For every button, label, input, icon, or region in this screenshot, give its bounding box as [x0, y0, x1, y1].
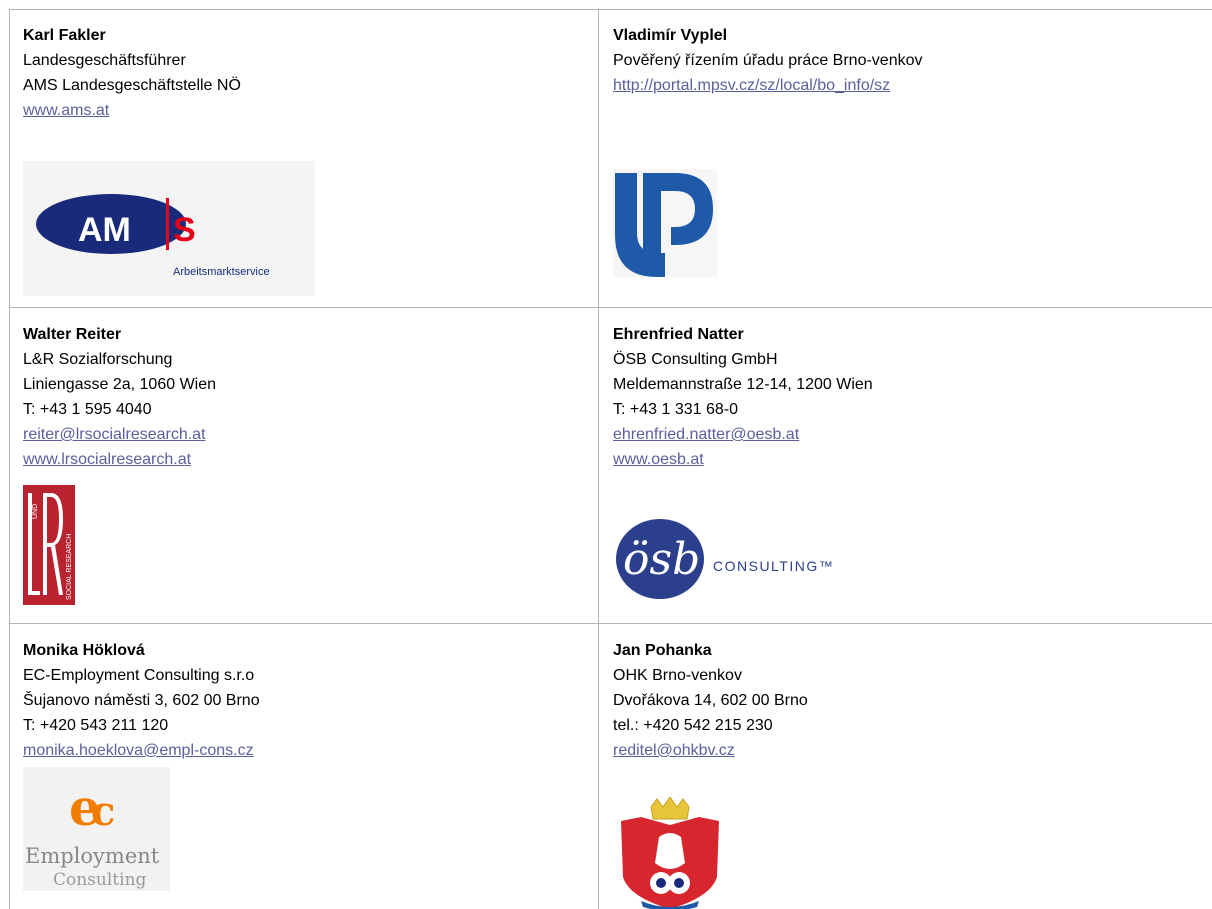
table-row-divider-2 — [9, 623, 1212, 624]
table-border-left — [9, 9, 10, 909]
up-logo — [613, 169, 717, 277]
website-link[interactable]: http://portal.mpsv.cz/sz/local/bo_info/s… — [613, 74, 890, 98]
contact-cell-monika-hoklova: Monika Höklová EC-Employment Consulting … — [23, 639, 593, 909]
website-link[interactable]: www.ams.at — [23, 99, 109, 123]
svg-text:Employment: Employment — [25, 844, 160, 868]
contact-organization: AMS Landesgeschäftstelle NÖ — [23, 77, 241, 94]
svg-text:UND: UND — [32, 504, 39, 519]
table-row-divider-1 — [9, 307, 1212, 308]
contact-cell-walter-reiter: Walter Reiter L&R Sozialforschung Linien… — [23, 323, 593, 619]
ams-logo: AM S Arbeitsmarktservice — [23, 161, 315, 296]
table-border-middle — [598, 9, 599, 909]
svg-text:ösb: ösb — [623, 534, 700, 585]
contact-address: Šujanovo náměsti 3, 602 00 Brno — [23, 692, 260, 709]
svg-text:Arbeitsmarktservice: Arbeitsmarktservice — [173, 266, 270, 278]
svg-text:AM: AM — [78, 211, 131, 249]
contact-cell-karl-fakler: Karl Fakler Landesgeschäftsführer AMS La… — [23, 24, 593, 304]
svg-text:c: c — [91, 788, 115, 835]
contact-organization: ÖSB Consulting GmbH — [613, 351, 778, 368]
ec-logo: e c Employment Consulting — [23, 767, 170, 891]
contact-cell-ehrenfried-natter: Ehrenfried Natter ÖSB Consulting GmbH Me… — [613, 323, 1203, 619]
contact-phone: T: +43 1 331 68-0 — [613, 401, 738, 418]
contact-organization: OHK Brno-venkov — [613, 667, 742, 684]
contact-address: Dvořákova 14, 602 00 Brno — [613, 692, 808, 709]
contact-address: Meldemannstraße 12-14, 1200 Wien — [613, 376, 873, 393]
website-link[interactable]: www.oesb.at — [613, 448, 704, 472]
website-link[interactable]: www.lrsocialresearch.at — [23, 448, 191, 472]
contact-name: Jan Pohanka — [613, 642, 712, 659]
svg-text:Consulting: Consulting — [53, 870, 147, 890]
email-link[interactable]: ehrenfried.natter@oesb.at — [613, 423, 799, 447]
contact-name: Walter Reiter — [23, 326, 122, 343]
contact-cell-vladimir-vyplel: Vladimír Vyplel Pověřený řízením úřadu p… — [613, 24, 1203, 304]
contact-name: Monika Höklová — [23, 642, 145, 659]
contact-phone: T: +420 543 211 120 — [23, 717, 169, 734]
table-border-top — [9, 9, 1212, 10]
svg-text:CONSULTING™: CONSULTING™ — [713, 558, 834, 574]
lr-logo: UND SOCIAL RESEARCH — [23, 485, 75, 605]
contact-name: Karl Fakler — [23, 27, 106, 44]
contact-organization: EC-Employment Consulting s.r.o — [23, 667, 255, 684]
contact-organization: L&R Sozialforschung — [23, 351, 173, 368]
contact-address: Liniengasse 2a, 1060 Wien — [23, 376, 217, 393]
email-link[interactable]: reditel@ohkbv.cz — [613, 739, 735, 763]
ohk-coat-of-arms-logo — [621, 797, 719, 909]
svg-text:S: S — [173, 211, 196, 249]
email-link[interactable]: reiter@lrsocialresearch.at — [23, 423, 206, 447]
contact-name: Vladimír Vyplel — [613, 27, 728, 44]
contacts-table: Karl Fakler Landesgeschäftsführer AMS La… — [9, 9, 1212, 909]
contact-name: Ehrenfried Natter — [613, 326, 744, 343]
contact-cell-jan-pohanka: Jan Pohanka OHK Brno-venkov Dvořákova 14… — [613, 639, 1203, 909]
email-link[interactable]: monika.hoeklova@empl-cons.cz — [23, 739, 254, 763]
contact-role: Pověřený řízením úřadu práce Brno-venkov — [613, 52, 923, 69]
svg-text:SOCIAL RESEARCH: SOCIAL RESEARCH — [66, 534, 73, 600]
osb-logo: ösb CONSULTING™ — [616, 519, 834, 599]
contact-phone: tel.: +420 542 215 230 — [613, 717, 773, 734]
contact-role: Landesgeschäftsführer — [23, 52, 186, 69]
contact-phone: T: +43 1 595 4040 — [23, 401, 152, 418]
